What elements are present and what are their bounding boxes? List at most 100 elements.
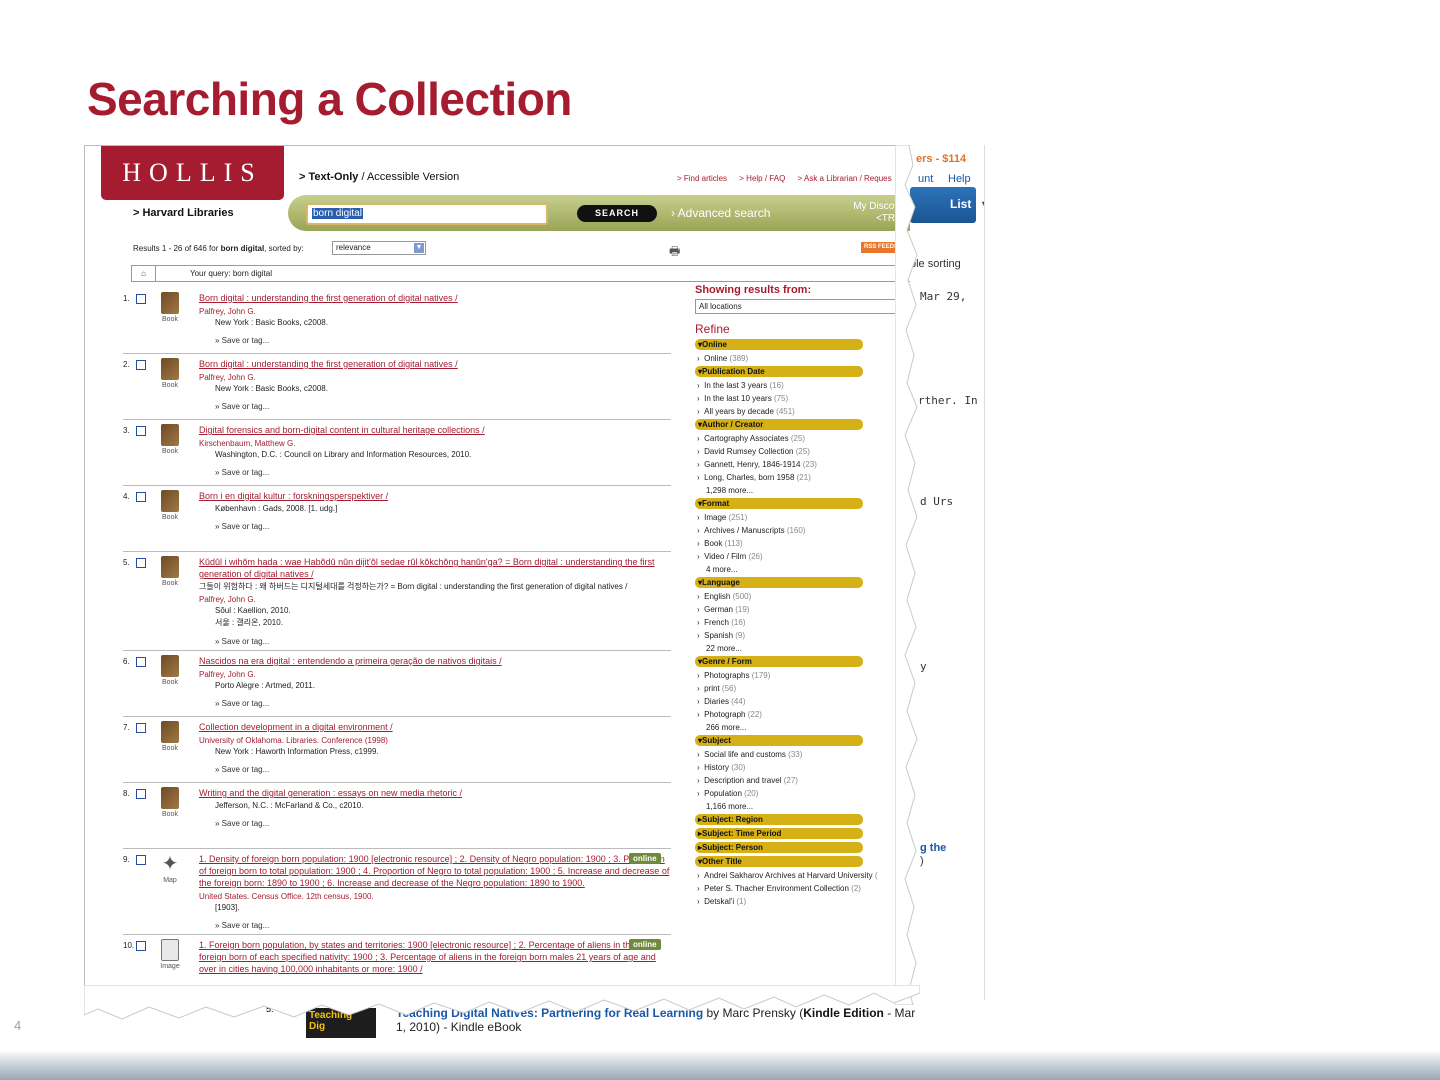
facet-item[interactable]: › Video / Film (26) <box>697 552 910 561</box>
facet-heading[interactable]: ▾Author / Creator <box>695 419 863 430</box>
facet-item[interactable]: › Cartography Associates (25) <box>697 434 910 443</box>
facet-more-link[interactable]: 22 more... <box>706 644 910 653</box>
result-author-link[interactable]: Kirschenbaum, Matthew G. <box>199 439 671 448</box>
print-icon[interactable]: 🖶 <box>669 242 680 263</box>
facet-heading[interactable]: ▾Genre / Form <box>695 656 863 667</box>
facet-item[interactable]: › Social life and customs (33) <box>697 750 910 759</box>
help-faq-link[interactable]: > Help / FAQ <box>739 174 785 183</box>
search-button[interactable]: SEARCH <box>577 205 657 222</box>
save-or-tag-link[interactable]: » Save or tag... <box>199 402 671 411</box>
hollis-logo[interactable]: HOLLIS <box>101 146 284 200</box>
result-checkbox[interactable] <box>136 558 146 568</box>
result-title-link[interactable]: Born i en digital kultur : forskningsper… <box>199 490 671 502</box>
online-badge[interactable]: online <box>629 939 661 950</box>
facet-item[interactable]: › All years by decade (451) <box>697 407 910 416</box>
facet-item[interactable]: › Spanish (9) <box>697 631 910 640</box>
result-title-link[interactable]: Collection development in a digital envi… <box>199 721 671 733</box>
result-title-link[interactable]: Kŭdŭl i wihŏm hada : wae Habŏdŭ nŭn diji… <box>199 556 671 580</box>
facet-item-count: (22) <box>747 710 762 719</box>
facet-item[interactable]: › Peter S. Thacher Environment Collectio… <box>697 884 910 893</box>
facet-item[interactable]: › In the last 3 years (16) <box>697 381 910 390</box>
facet-item[interactable]: › Book (113) <box>697 539 910 548</box>
facet-item[interactable]: › Gannett, Henry, 1846-1914 (23) <box>697 460 910 469</box>
search-input[interactable]: born digital <box>306 203 548 225</box>
facet-item[interactable]: › David Rumsey Collection (25) <box>697 447 910 456</box>
ask-librarian-link[interactable]: > Ask a Librarian / Reques <box>798 174 892 183</box>
result-author-link[interactable]: Palfrey, John G. <box>199 373 671 382</box>
accessible-label[interactable]: / Accessible Version <box>358 171 459 183</box>
result-checkbox[interactable] <box>136 789 146 799</box>
facet-more-link[interactable]: 1,166 more... <box>706 802 910 811</box>
facet-item[interactable]: › Description and travel (27) <box>697 776 910 785</box>
advanced-search-link[interactable]: › Advanced search <box>671 206 770 220</box>
result-checkbox[interactable] <box>136 360 146 370</box>
save-or-tag-link[interactable]: » Save or tag... <box>199 699 671 708</box>
facet-heading[interactable]: ▾Other Title <box>695 856 863 867</box>
online-badge[interactable]: online <box>629 853 661 864</box>
facet-item[interactable]: › Image (251) <box>697 513 910 522</box>
result-checkbox[interactable] <box>136 855 146 865</box>
facet-heading[interactable]: ▾Language <box>695 577 863 588</box>
result-author-link[interactable]: United States. Census Office. 12th censu… <box>199 892 671 901</box>
facet-item[interactable]: › Photograph (22) <box>697 710 910 719</box>
result-title-link[interactable]: Born digital : understanding the first g… <box>199 358 671 370</box>
facet-item[interactable]: › German (19) <box>697 605 910 614</box>
facet-item[interactable]: › Long, Charles, born 1958 (21) <box>697 473 910 482</box>
facet-item[interactable]: › Andrei Sakharov Archives at Harvard Un… <box>697 871 910 880</box>
facet-more-link[interactable]: 266 more... <box>706 723 910 732</box>
result-title-link[interactable]: Digital forensics and born-digital conte… <box>199 424 671 436</box>
text-only-link[interactable]: > Text-Only / Accessible Version <box>299 171 459 183</box>
facet-heading[interactable]: ▸Subject: Person <box>695 842 863 853</box>
facet-heading[interactable]: ▾Publication Date <box>695 366 863 377</box>
save-or-tag-link[interactable]: » Save or tag... <box>199 921 671 930</box>
facet-item[interactable]: › Online (389) <box>697 354 910 363</box>
result-checkbox[interactable] <box>136 426 146 436</box>
text-only-label[interactable]: > Text-Only <box>299 171 358 183</box>
facet-more-link[interactable]: 4 more... <box>706 565 910 574</box>
facet-item[interactable]: › print (56) <box>697 684 910 693</box>
facet-heading[interactable]: ▸Subject: Time Period <box>695 828 863 839</box>
result-checkbox[interactable] <box>136 723 146 733</box>
result-checkbox[interactable] <box>136 657 146 667</box>
save-or-tag-link[interactable]: » Save or tag... <box>199 765 671 774</box>
facet-item[interactable]: › In the last 10 years (75) <box>697 394 910 403</box>
result-checkbox[interactable] <box>136 492 146 502</box>
result-item: 2. Book Born digital : understanding the f… <box>123 354 671 420</box>
facet-item[interactable]: › Detskal'i (1) <box>697 897 910 906</box>
facet-item[interactable]: › English (500) <box>697 592 910 601</box>
facet-heading[interactable]: ▾Format <box>695 498 863 509</box>
facet-item[interactable]: › Diaries (44) <box>697 697 910 706</box>
facet-heading[interactable]: ▸Subject: Region <box>695 814 863 825</box>
location-select[interactable]: All locations <box>695 299 905 314</box>
save-or-tag-link[interactable]: » Save or tag... <box>199 819 671 828</box>
facet-more-link[interactable]: 1,298 more... <box>706 486 910 495</box>
facet-item[interactable]: › Photographs (179) <box>697 671 910 680</box>
result-title-link[interactable]: Born digital : understanding the first g… <box>199 292 671 304</box>
save-or-tag-link[interactable]: » Save or tag... <box>199 336 671 345</box>
underlying-help-link[interactable]: Help <box>948 173 971 185</box>
result-title-link[interactable]: 1. Foreign born population, by states an… <box>199 939 671 975</box>
facet-heading[interactable]: ▾Subject <box>695 735 863 746</box>
facet-item[interactable]: › History (30) <box>697 763 910 772</box>
result-author-link[interactable]: Palfrey, John G. <box>199 307 671 316</box>
sort-select[interactable]: relevance ▼ <box>332 241 426 255</box>
home-icon[interactable]: ⌂ <box>132 266 156 281</box>
result-checkbox[interactable] <box>136 294 146 304</box>
harvard-libraries-link[interactable]: > Harvard Libraries <box>133 207 234 219</box>
result-title-link[interactable]: 1. Density of foreign born population: 1… <box>199 853 671 889</box>
save-or-tag-link[interactable]: » Save or tag... <box>199 468 671 477</box>
result-author-link[interactable]: Palfrey, John G. <box>199 595 671 604</box>
find-articles-link[interactable]: > Find articles <box>677 174 727 183</box>
result-title-link[interactable]: Nascidos na era digital : entendendo a p… <box>199 655 671 667</box>
facet-item[interactable]: › Population (20) <box>697 789 910 798</box>
result-author-link[interactable]: Palfrey, John G. <box>199 670 671 679</box>
save-or-tag-link[interactable]: » Save or tag... <box>199 637 671 646</box>
underlying-g-the[interactable]: g the <box>920 842 946 854</box>
save-or-tag-link[interactable]: » Save or tag... <box>199 522 671 531</box>
facet-item[interactable]: › Archives / Manuscripts (160) <box>697 526 910 535</box>
result-checkbox[interactable] <box>136 941 146 951</box>
result-title-link[interactable]: Writing and the digital generation : ess… <box>199 787 671 799</box>
facet-heading[interactable]: ▾Online <box>695 339 863 350</box>
result-author-link[interactable]: University of Oklahoma. Libraries. Confe… <box>199 736 671 745</box>
facet-item[interactable]: › French (16) <box>697 618 910 627</box>
